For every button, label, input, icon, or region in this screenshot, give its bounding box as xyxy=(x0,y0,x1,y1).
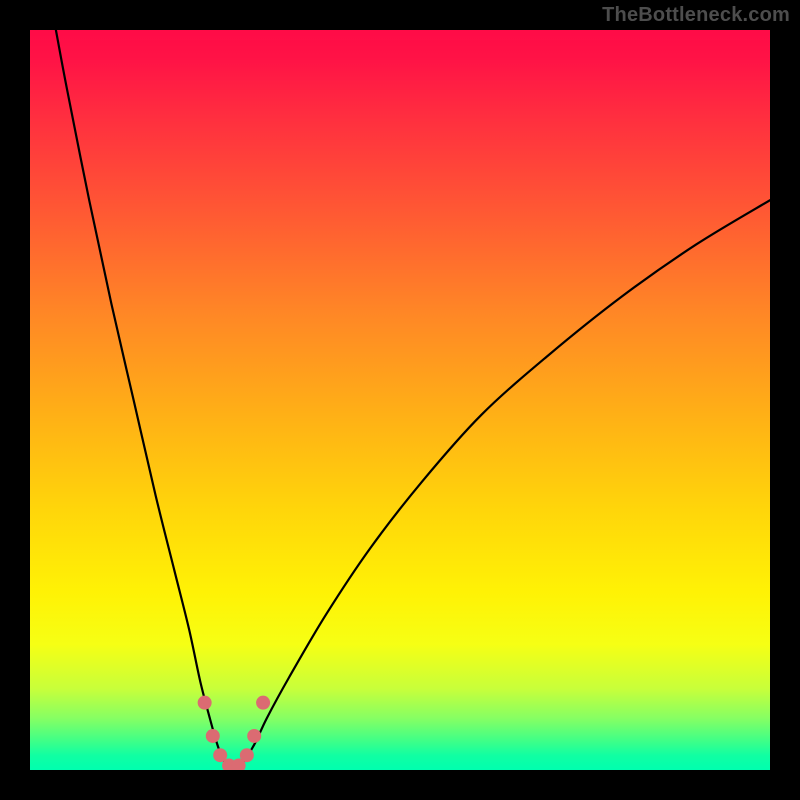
watermark-text: TheBottleneck.com xyxy=(602,4,790,27)
plot-area xyxy=(30,30,770,770)
marker-dot xyxy=(256,696,270,710)
near-optimal-markers xyxy=(30,30,770,770)
marker-dot xyxy=(247,729,261,743)
marker-dot xyxy=(198,696,212,710)
chart-frame: TheBottleneck.com xyxy=(0,0,800,800)
marker-dot xyxy=(206,729,220,743)
marker-dot xyxy=(240,748,254,762)
